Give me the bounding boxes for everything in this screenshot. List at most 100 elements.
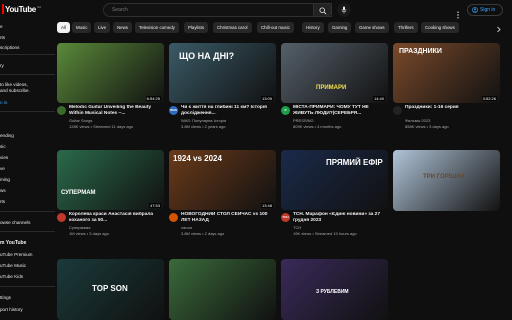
video-depth-card[interactable]: ЩО НА ДНІ? 13:09 WAS Чи є життя на глибині … (169, 43, 276, 133)
thumbnail-caption: СУПЕРМАМ (61, 190, 96, 196)
video-top-son-card[interactable]: TOP SON (57, 259, 164, 320)
more-vert-icon (457, 11, 459, 19)
video-thumbnail[interactable]: ПРЯМИЙ ЕФІР (281, 150, 388, 210)
video-rublevym-card[interactable]: З РУБЛЕВИМ (281, 259, 388, 320)
sidebar-signin-prompt-line2: and subscribe. (0, 88, 30, 93)
chip-game-shows[interactable]: Game shows (355, 22, 389, 33)
sidebar-item-subscriptions[interactable]: scriptions (0, 45, 19, 50)
channel-name[interactable]: PRESSING (293, 118, 314, 123)
channel-avatar[interactable] (57, 213, 66, 222)
video-thumbnail[interactable]: З РУБЛЕВИМ (281, 259, 388, 320)
avatar-label: ТСН (282, 215, 289, 219)
video-thumbnail[interactable]: ТРИ ГОРІШКИ (393, 150, 500, 211)
chip-cooking-shows[interactable]: Cooking shows (421, 22, 459, 33)
video-title[interactable]: Melodic Guitar Unveiling the Beauty With… (69, 105, 162, 117)
chip-news[interactable]: News (113, 22, 132, 33)
search-button[interactable] (313, 3, 332, 17)
video-thumbnail[interactable]: ЩО НА ДНІ? 13:09 (169, 43, 276, 103)
video-row3-3-card[interactable] (169, 259, 276, 320)
channel-avatar[interactable] (393, 106, 402, 115)
microphone-icon (341, 6, 347, 14)
video-thumbnail[interactable]: ПРАЗДНИКИ 3:52:26 (393, 43, 500, 103)
video-title[interactable]: Королева краси Анастасія вибрала коханог… (69, 212, 162, 224)
sidebar-item-history[interactable]: ry (0, 63, 4, 68)
thumbnail-caption: 1924 vs 2024 (173, 154, 222, 163)
sidebar-item-news[interactable]: ws (0, 188, 6, 193)
video-thumbnail[interactable]: TOP SON (57, 259, 164, 320)
sidebar-item-trending[interactable]: ending (0, 133, 14, 138)
chip-television-comedy[interactable]: Television comedy (135, 22, 179, 33)
sidebar-item-youtube-music[interactable]: uTube Music (0, 263, 26, 268)
settings-menu-button[interactable] (456, 6, 460, 19)
video-new-year-table-card[interactable]: 1924 vs 2024 13:48 НОВОГОДНИЙ СТОЛ СЕЙЧАС … (169, 150, 276, 240)
top-bar: YouTube UA Sign in (0, 0, 512, 20)
chip-live[interactable]: Live (94, 22, 111, 33)
video-title[interactable]: Чи є життя на глибині 11 км? Історія дос… (181, 105, 274, 117)
channel-name[interactable]: varcar (181, 225, 192, 230)
sidebar-item-browse-channels[interactable]: owse channels (0, 220, 30, 225)
search-input[interactable] (112, 7, 292, 13)
video-thumbnail[interactable]: 1924 vs 2024 13:48 (169, 150, 276, 210)
duration-badge: 3:52:26 (481, 96, 497, 101)
video-title[interactable]: ТСН. Марафон «Єдині новини» за 27 грудня… (293, 212, 386, 224)
sidebar-item-music[interactable]: sic (0, 144, 6, 149)
duration-badge: 14:40 (372, 96, 385, 101)
avatar-label: WAS (170, 108, 177, 112)
chip-thrillers[interactable]: Thrillers (394, 22, 418, 33)
channel-name[interactable]: Guitar Songs (69, 118, 92, 123)
channel-avatar[interactable]: P (281, 106, 290, 115)
video-title[interactable]: МІСТА-ПРИМАРИ: ЧОМУ ТУТ НЕ ЖИВУТЬ ЛЮДИ?|… (293, 105, 386, 117)
channel-avatar[interactable]: ТСН (281, 213, 290, 222)
sidebar-item-premium[interactable]: uTube Premium (0, 252, 33, 257)
video-prazdniki-card[interactable]: ПРАЗДНИКИ 3:52:26 Праздники: 1-16 серия Фил… (393, 43, 500, 133)
sidebar-item-report-history[interactable]: port history (0, 307, 23, 312)
channel-name[interactable]: Фильмы 2023 (405, 118, 430, 123)
sidebar: e rts scriptions ry to like videos, and … (0, 20, 55, 320)
sidebar-item-home[interactable]: e (0, 24, 3, 29)
sidebar-item-gaming[interactable]: ming (0, 177, 10, 182)
chips-next-button[interactable] (493, 22, 504, 33)
logo-text: YouTube (5, 4, 36, 14)
chip-history[interactable]: History (302, 22, 324, 33)
video-thumbnail[interactable] (169, 259, 276, 320)
video-thumbnail[interactable]: СУПЕРМАМ 47:53 (57, 150, 164, 210)
sidebar-item-movies[interactable]: vies (0, 155, 8, 160)
voice-search-button[interactable] (337, 3, 351, 17)
channel-avatar[interactable]: WAS (169, 106, 178, 115)
video-guitar-card[interactable]: 6:54:25 Melodic Guitar Unveiling the Beau… (57, 43, 164, 133)
thumbnail-caption: ПРАЗДНИКИ (399, 48, 442, 55)
chip-music[interactable]: Music (72, 22, 92, 33)
video-title[interactable]: НОВОГОДНИЙ СТОЛ СЕЙЧАС vs 100 ЛЕТ НАЗАД (181, 212, 274, 224)
youtube-logo[interactable]: YouTube UA (2, 4, 41, 14)
sidebar-item-settings[interactable]: ttings (0, 295, 11, 300)
thumbnail-caption: ТРИ ГОРІШКИ (423, 174, 465, 180)
channel-name[interactable]: ТСН (293, 225, 301, 230)
sidebar-item-live[interactable]: ve (0, 166, 5, 171)
channel-name[interactable]: WAS: Популярна Історія (181, 118, 226, 123)
video-tsn-marathon-card[interactable]: ПРЯМИЙ ЕФІР ТСН ТСН. Марафон «Єдині новини… (281, 150, 388, 240)
duration-badge: 13:09 (260, 96, 273, 101)
chip-chill-out-music[interactable]: Chill-out music (257, 22, 294, 33)
sidebar-item-shorts[interactable]: rts (0, 35, 5, 40)
sidebar-signin-button[interactable]: n in (0, 100, 7, 105)
sidebar-item-sports[interactable]: rts (0, 199, 5, 204)
video-tri-horishky-card[interactable]: ТРИ ГОРІШКИ (393, 150, 500, 211)
video-thumbnail[interactable]: 6:54:25 (57, 43, 164, 103)
channel-name[interactable]: Супермама (69, 225, 90, 230)
signin-button[interactable]: Sign in (467, 4, 503, 16)
account-icon (472, 7, 478, 13)
chip-gaming[interactable]: Gaming (328, 22, 352, 33)
video-thumbnail[interactable]: ПРИМАРИ 14:40 (281, 43, 388, 103)
video-ghost-towns-card[interactable]: ПРИМАРИ 14:40 P МІСТА-ПРИМАРИ: ЧОМУ ТУТ НЕ … (281, 43, 388, 133)
channel-avatar[interactable] (57, 106, 66, 115)
duration-badge: 47:53 (148, 203, 161, 208)
chip-christmas-carol[interactable]: Christmas carol (213, 22, 252, 33)
youtube-play-icon (2, 4, 4, 14)
channel-avatar[interactable] (169, 213, 178, 222)
chip-all[interactable]: All (57, 22, 70, 33)
chip-playlists[interactable]: Playlists (184, 22, 209, 33)
video-supermama-card[interactable]: СУПЕРМАМ 47:53 Королева краси Анастасія ви… (57, 150, 164, 240)
sidebar-item-youtube-kids[interactable]: uTube Kids (0, 274, 23, 279)
search-box[interactable] (103, 3, 332, 17)
video-title[interactable]: Праздники: 1-16 серия (405, 105, 498, 111)
